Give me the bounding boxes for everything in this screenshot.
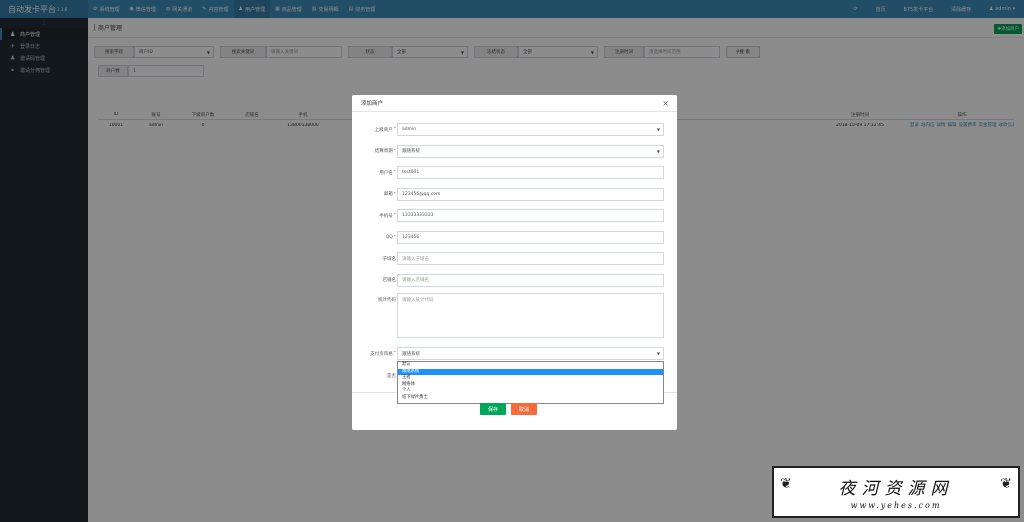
field-value: 123456 <box>402 234 420 240</box>
form-row: 上级商户 * admin ▼ <box>352 123 677 136</box>
pay-style-label-text: 支付页风格 <box>370 351 393 357</box>
stats-code-textarea[interactable]: 请输入统计代码 <box>397 293 664 338</box>
pay-style-select[interactable]: 跟随系统 ▼ <box>397 347 664 360</box>
pay-style-dropdown: 默认 跟随系统 王者 网络体 个人 纸下绿片勇士 <box>397 361 664 404</box>
field-label: 手机号 * <box>379 209 396 222</box>
dropdown-option[interactable]: 纸下绿片勇士 <box>398 395 663 402</box>
close-icon[interactable]: × <box>662 99 669 108</box>
field-label-text: 店铺名 <box>382 278 397 283</box>
watermark-title: 夜河资源网 <box>838 479 954 499</box>
form-row: 店铺名 请输入店铺名 <box>352 273 677 287</box>
pay-style-label: 支付页风格 * <box>370 347 396 360</box>
required-mark: * <box>393 170 396 175</box>
field-label-text: 用户名 <box>379 170 393 176</box>
field-select[interactable]: 跟随系统 ▼ <box>397 144 664 158</box>
field-value: admin <box>402 127 417 132</box>
field-label: 用户名 * <box>379 166 396 179</box>
form-row: 子域名 请输入子域名 <box>352 252 677 265</box>
save-button[interactable]: 保存 <box>480 403 506 415</box>
watermark-url: www.yehes.com <box>850 501 942 510</box>
form-row: 邮箱 * 123456@qq.com <box>352 187 677 201</box>
field-select[interactable]: admin ▼ <box>397 123 664 136</box>
form-row-stats: 统计代码 请输入统计代码 <box>352 293 677 338</box>
form-row: QQ * 123456 <box>352 230 677 244</box>
chevron-down-icon: ▼ <box>656 351 660 356</box>
required-mark: * <box>393 191 396 197</box>
field-input[interactable]: 请输入子域名 <box>397 252 664 265</box>
field-input[interactable]: 13333333333 <box>397 209 664 222</box>
form-row: 用户名 * test001 <box>352 166 677 179</box>
dialog-title: 添加商户 <box>352 95 677 112</box>
field-label-text: 子域名 <box>382 256 397 262</box>
field-label: QQ * <box>386 231 396 244</box>
required-mark: * <box>393 148 396 154</box>
field-label-text: 邮箱 <box>383 192 393 197</box>
field-label-text: 上级商户 <box>374 127 393 133</box>
required-mark: * <box>393 351 396 356</box>
form-row-pay-style: 支付页风格 * 跟随系统 ▼ <box>352 347 677 360</box>
required-mark: * <box>393 127 396 132</box>
hidden-field-label: 是否 <box>387 373 396 379</box>
required-mark: * <box>393 234 396 240</box>
field-label: 上级商户 * <box>375 123 396 136</box>
field-input[interactable]: test001 <box>397 166 664 179</box>
ornament-icon: ❦ <box>1000 476 1012 492</box>
field-label: 子域名 <box>383 252 397 265</box>
field-input[interactable]: 123456 <box>397 230 664 244</box>
field-input[interactable]: 123456@qq.com <box>397 187 664 201</box>
field-value: test001 <box>402 170 420 175</box>
chevron-down-icon: ▼ <box>656 148 660 154</box>
field-value: 123456@qq.com <box>402 191 441 197</box>
field-value: 请输入子域名 <box>402 256 429 262</box>
field-value: 请输入店铺名 <box>402 278 429 283</box>
watermark-logo: ❦ ❦ 夜河资源网 www.yehes.com <box>772 466 1020 518</box>
field-label-text: QQ <box>385 234 393 240</box>
required-mark: * <box>393 213 396 218</box>
field-label-text: 结算周期 <box>374 149 393 154</box>
field-value: 13333333333 <box>402 213 434 218</box>
field-label: 结算周期 * <box>375 145 396 158</box>
cancel-button[interactable]: 取消 <box>511 403 537 415</box>
form-row: 手机号 * 13333333333 <box>352 209 677 222</box>
chevron-down-icon: ▼ <box>656 127 660 132</box>
field-value: 跟随系统 <box>402 149 420 154</box>
field-label-text: 手机号 <box>379 213 393 219</box>
pay-style-value: 跟随系统 <box>402 351 420 357</box>
field-label: 邮箱 * <box>384 188 396 201</box>
form-row: 结算周期 * 跟随系统 ▼ <box>352 144 677 158</box>
stats-code-label: 统计代码 <box>378 297 396 303</box>
field-input[interactable]: 请输入店铺名 <box>397 273 664 287</box>
field-label: 店铺名 <box>383 274 397 287</box>
ornament-icon: ❦ <box>780 476 792 492</box>
